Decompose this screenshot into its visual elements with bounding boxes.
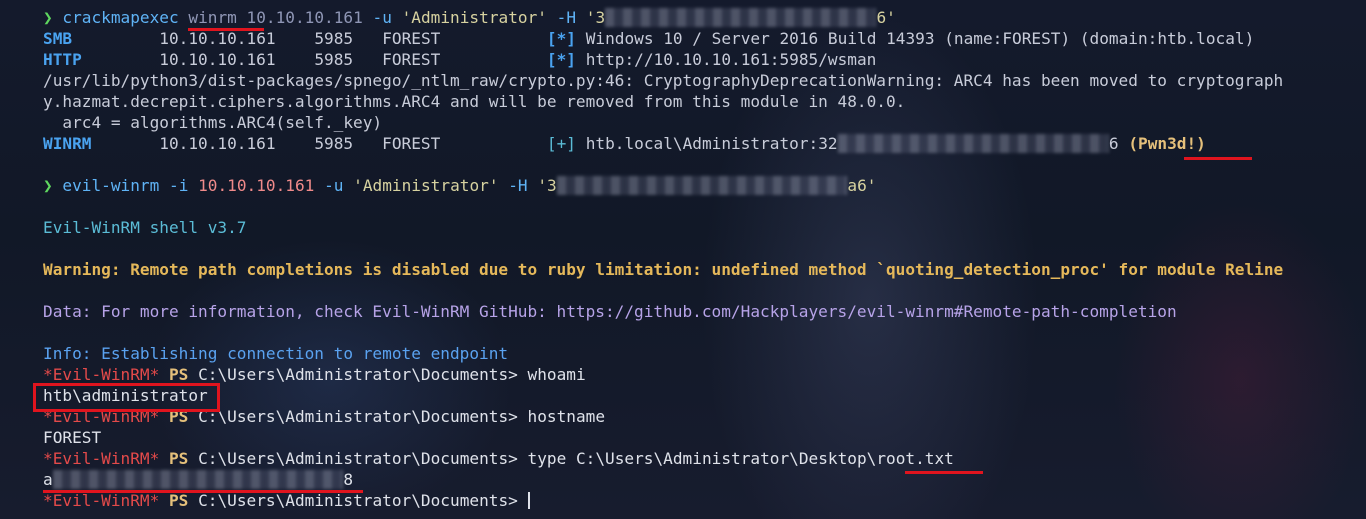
shell-version: Evil-WinRM shell v3.7: [43, 218, 247, 237]
prompt-arrow: ❯: [43, 176, 63, 195]
annotation-underline-winrm: [188, 28, 264, 31]
annotation-underline-root-txt: [905, 471, 983, 474]
deprecation-warning-line-2: y.hazmat.decrepit.ciphers.algorithms.ARC…: [43, 92, 906, 111]
terminal-window[interactable]: ❯ crackmapexec winrm 10.10.10.161 -u 'Ad…: [0, 0, 1366, 519]
warning-message: Warning: Remote path completions is disa…: [43, 260, 1284, 279]
info-message: Info: Establishing connection to remote …: [43, 344, 509, 363]
annotation-box-whoami: [33, 383, 220, 412]
annotation-underline-flag: [43, 490, 363, 493]
pwned-badge: (Pwn3d!): [1128, 134, 1206, 153]
deprecation-warning-line-1: /usr/lib/python3/dist-packages/spnego/_n…: [43, 71, 1284, 90]
protocol-arg: winrm: [188, 8, 237, 27]
ps-prompt-current[interactable]: *Evil-WinRM* PS C:\Users\Administrator\D…: [43, 490, 530, 511]
data-message: Data: For more information, check Evil-W…: [43, 302, 1177, 321]
annotation-underline-pwned: [1184, 157, 1252, 160]
target-ip: 10.10.10.161: [246, 8, 363, 27]
redacted-hash: [605, 8, 877, 27]
ps-prompt-whoami: *Evil-WinRM* PS C:\Users\Administrator\D…: [43, 365, 586, 384]
root-flag-output: a 8: [43, 470, 354, 489]
text-cursor: [527, 492, 530, 509]
http-output-line: HTTP 10.10.10.161 5985 FOREST [*] http:/…: [43, 50, 877, 69]
root-txt-filename: root.txt: [876, 449, 954, 468]
whoami-command: whoami: [527, 365, 586, 384]
command-name: crackmapexec: [62, 8, 179, 27]
redacted-hash: [837, 134, 1109, 153]
ps-prompt-type: *Evil-WinRM* PS C:\Users\Administrator\D…: [43, 449, 954, 468]
redacted-flag: [52, 470, 344, 489]
type-command: type C:\Users\Administrator\Desktop\: [527, 449, 877, 468]
hostname-command: hostname: [527, 407, 606, 426]
hostname-output: FOREST: [43, 428, 102, 447]
redacted-hash: [556, 176, 848, 195]
prompt-arrow: ❯: [43, 8, 63, 27]
crackmapexec-command-line: ❯ crackmapexec winrm 10.10.10.161 -u 'Ad…: [43, 8, 896, 27]
smb-output-line: SMB 10.10.10.161 5985 FOREST [*] Windows…: [43, 29, 1255, 48]
username-arg: 'Administrator': [401, 8, 547, 27]
winrm-output-line: WINRM 10.10.10.161 5985 FOREST [+] htb.l…: [43, 134, 1206, 153]
deprecation-warning-line-3: arc4 = algorithms.ARC4(self._key): [43, 113, 383, 132]
evil-winrm-command-line: ❯ evil-winrm -i 10.10.10.161 -u 'Adminis…: [43, 176, 877, 195]
